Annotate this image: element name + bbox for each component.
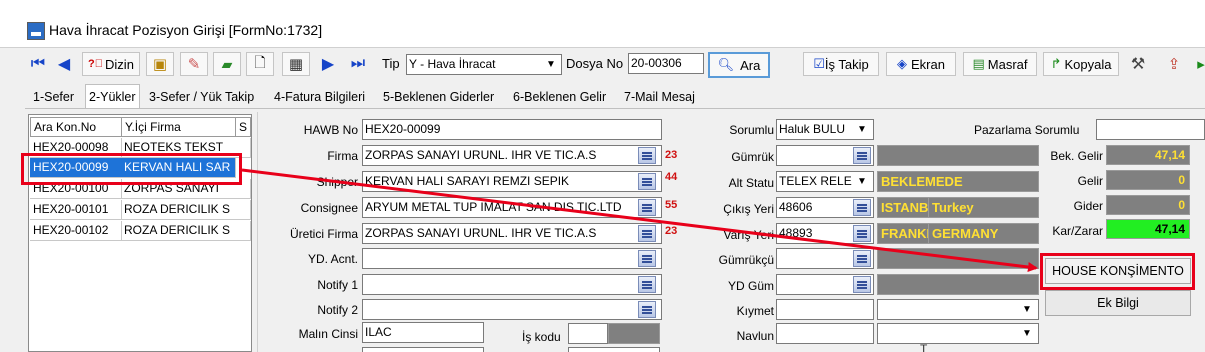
annotation-arrow <box>241 168 1038 272</box>
app-window: Hava İhracat Pozisyon Girişi [FormNo:173… <box>0 0 1205 352</box>
